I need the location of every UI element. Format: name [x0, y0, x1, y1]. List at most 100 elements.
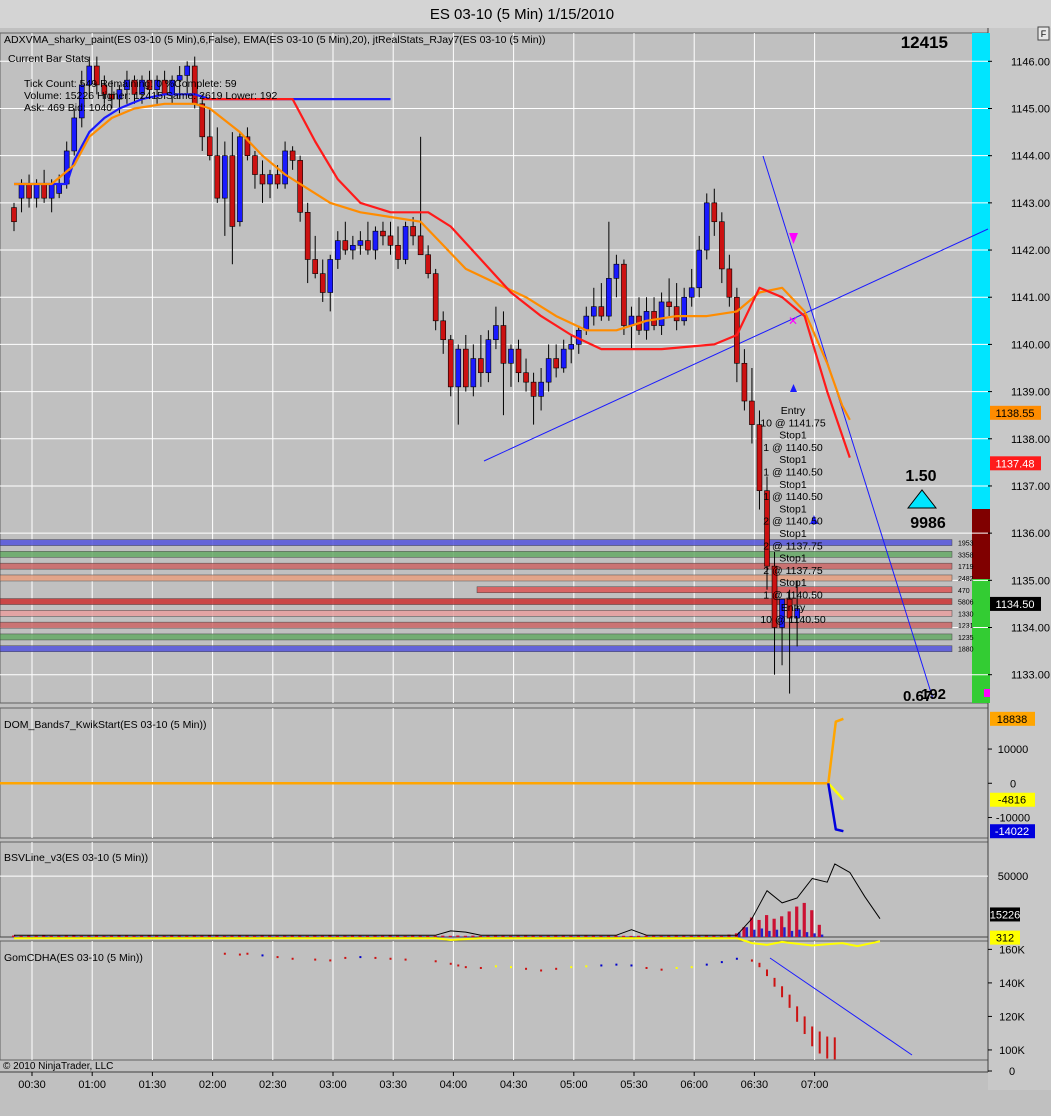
bsv-sell-bar [478, 935, 483, 937]
bsv-sell-bar [365, 935, 370, 937]
bsv-sell-bar [343, 935, 347, 937]
bsv-axis-label: 50000 [998, 871, 1029, 883]
time-label: 01:00 [78, 1079, 106, 1091]
trade-label: 1 @ 1140.50 [763, 467, 823, 479]
bsv-sell-bar [546, 935, 550, 937]
candle-body [289, 150, 296, 161]
bsv-sell-bar [659, 935, 663, 937]
bsv-sell-bar [283, 935, 287, 937]
bsv-sell-bar [757, 919, 761, 937]
volume-band-label: 1880 [958, 647, 974, 654]
bsv-sell-bar [569, 935, 573, 937]
price-axis-label: 1144.00 [1011, 151, 1050, 163]
candle-body [387, 235, 394, 246]
bsv-buy-bar [647, 936, 651, 937]
bsv-sell-bar [350, 935, 355, 937]
bsv-buy-bar [376, 936, 380, 937]
bsv-sell-bar [140, 935, 144, 937]
bsv-buy-bar [813, 933, 816, 937]
bsv-sell-bar [463, 935, 467, 937]
bsv-sell-bar [132, 935, 136, 937]
cd-dot [449, 962, 452, 965]
cd-dot [615, 963, 618, 966]
bsv-sell-bar [313, 935, 317, 937]
trade-label: 1 @ 1140.50 [763, 590, 823, 602]
time-label: 02:00 [199, 1079, 227, 1091]
bsv-sell-bar [772, 918, 776, 937]
bsv-sell-bar [448, 935, 452, 937]
price-axis-label: 1135.00 [1011, 575, 1050, 587]
bsv-sell-bar [802, 902, 806, 937]
bsv-buy-bar [120, 936, 124, 937]
trade-label: 10 @ 1140.50 [760, 614, 826, 626]
price-axis-label: 1138.00 [1011, 434, 1050, 446]
bsv-buy-bar [497, 936, 500, 937]
bsv-buy-bar [15, 936, 18, 937]
candle-body [432, 273, 439, 322]
dom-value-label: 18838 [997, 714, 1028, 726]
trade-label: 1 @ 1140.50 [763, 442, 823, 454]
candle-body [749, 400, 755, 425]
candle-body [71, 117, 78, 152]
corner-button[interactable]: F [1037, 26, 1050, 41]
candle-body [440, 320, 447, 340]
price-panel-title: ADXVMA_sharky_paint(ES 03-10 (5 Min),6,F… [4, 34, 546, 46]
bsv-buy-bar [241, 936, 244, 937]
bsv-buy-bar [745, 927, 749, 937]
candle-body [545, 358, 552, 383]
candle-body [410, 226, 416, 237]
bsv-sell-bar [358, 935, 362, 937]
bsv-sell-bar [117, 935, 121, 937]
trade-label: 2 @ 1140.50 [763, 516, 823, 528]
bsv-sell-bar [682, 935, 686, 937]
cd-dot [705, 963, 708, 966]
bsv-sell-bar [591, 935, 596, 937]
candle-body [508, 348, 514, 364]
same-volume-bar [972, 509, 990, 579]
higher-volume-value: 12415 [901, 33, 948, 52]
candle-body [304, 211, 311, 260]
bsv-buy-bar [60, 936, 63, 937]
bsv-sell-bar [765, 915, 769, 937]
bsv-buy-bar [723, 936, 726, 937]
bsv-sell-bar [456, 935, 460, 937]
candle-body [11, 207, 17, 223]
time-label: 06:00 [680, 1079, 708, 1091]
bsv-sell-bar [697, 935, 701, 937]
price-tag-label: 1137.48 [996, 458, 1035, 470]
bsv-buy-bar [760, 928, 764, 937]
candle-body [530, 381, 537, 397]
candle-body [206, 136, 213, 156]
bsv-sell-bar [531, 935, 535, 937]
candle-body [493, 325, 499, 340]
candle-body [696, 249, 703, 289]
cd-dot [276, 956, 279, 959]
price-axis-label: 1137.00 [1011, 481, 1050, 493]
bsv-sell-bar [328, 935, 332, 937]
bsv-sell-bar [320, 935, 324, 937]
trade-label: Stop1 [779, 577, 807, 589]
volume-band-label: 1330 [958, 611, 974, 618]
bsv-sell-bar [252, 935, 257, 937]
bsv-sell-bar [486, 935, 490, 937]
cd-dot [750, 959, 753, 962]
bsv-sell-bar [170, 935, 174, 937]
window-title: ES 03-10 (5 Min) 1/15/2010 [430, 6, 614, 23]
bsv-buy-bar [105, 936, 108, 937]
candle-body [41, 183, 47, 199]
candle-body [462, 348, 469, 388]
bsv-buy-bar [331, 936, 334, 937]
candle-body [500, 325, 507, 364]
candle-body [688, 287, 695, 298]
lower-volume-value: 192 [921, 686, 946, 703]
cd-dot [585, 965, 588, 968]
bsv-sell-bar [64, 935, 68, 937]
dom-value-label: -4816 [998, 795, 1026, 807]
cd-dot [359, 956, 362, 959]
bsv-buy-bar [662, 936, 666, 937]
candle-body [538, 381, 544, 397]
bsv-sell-bar [109, 935, 114, 937]
bsv-sell-bar [606, 935, 611, 937]
bsv-buy-bar [256, 936, 259, 937]
bsv-sell-bar [810, 910, 814, 937]
